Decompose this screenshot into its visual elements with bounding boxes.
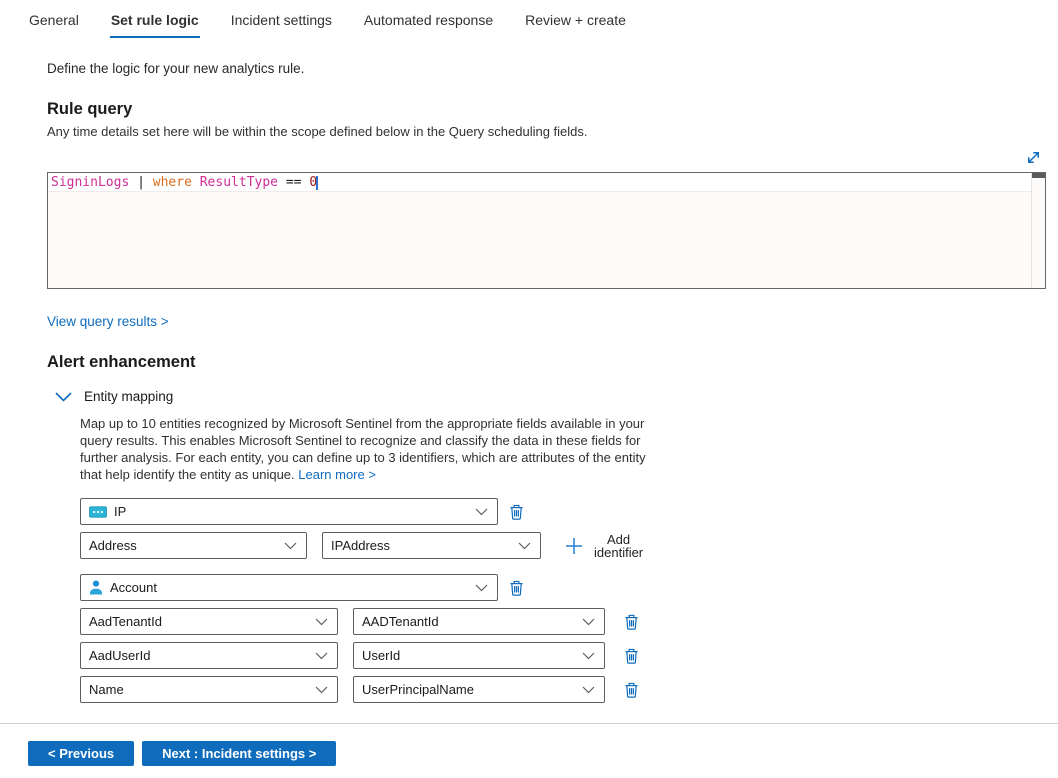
identifier-field-dropdown[interactable]: UserPrincipalName [353, 676, 605, 703]
wizard-tabbar: General Set rule logic Incident settings… [0, 0, 1058, 38]
dropdown-chevron-icon [475, 584, 488, 592]
previous-button[interactable]: < Previous [28, 741, 134, 766]
query-code: SigninLogs | where ResultType == 0 [48, 173, 1045, 192]
expand-editor-icon[interactable] [1025, 149, 1042, 167]
identifier-field-dropdown[interactable]: AADTenantId [353, 608, 605, 635]
entity-type-dropdown-ip[interactable]: IP [80, 498, 498, 525]
add-identifier-button[interactable]: Add identifier [565, 533, 643, 559]
entity-mapping-description: Map up to 10 entities recognized by Micr… [80, 415, 653, 483]
add-identifier-label-line1: Add [594, 533, 643, 546]
view-query-results-link[interactable]: View query results > [47, 314, 169, 329]
tab-incident-settings[interactable]: Incident settings [230, 10, 333, 38]
rule-query-title: Rule query [47, 100, 1058, 119]
entity-type-value: IP [114, 504, 126, 519]
entity-type-value: Account [110, 580, 157, 595]
dropdown-chevron-icon [518, 542, 531, 550]
delete-identifier-button[interactable] [624, 681, 639, 699]
plus-icon [565, 537, 583, 555]
identifier-field-value: IPAddress [331, 538, 390, 553]
entity-type-dropdown-account[interactable]: Account [80, 574, 498, 601]
dropdown-chevron-icon [582, 652, 595, 660]
identifier-field-dropdown[interactable]: UserId [353, 642, 605, 669]
editor-toolbar [47, 149, 1046, 167]
alert-enhancement-title: Alert enhancement [47, 353, 1058, 372]
identifier-field-value: AADTenantId [362, 614, 439, 629]
tab-automated-response[interactable]: Automated response [363, 10, 494, 38]
delete-entity-button[interactable] [509, 503, 524, 521]
dropdown-chevron-icon [582, 686, 595, 694]
delete-identifier-button[interactable] [624, 647, 639, 665]
identifier-value: AadUserId [89, 648, 150, 663]
dropdown-chevron-icon [284, 542, 297, 550]
add-identifier-label-line2: identifier [594, 546, 643, 559]
tab-set-rule-logic[interactable]: Set rule logic [110, 10, 200, 38]
identifier-value: Name [89, 682, 124, 697]
rule-query-subtitle: Any time details set here will be within… [47, 124, 1058, 139]
identifier-dropdown[interactable]: Address [80, 532, 307, 559]
query-editor[interactable]: SigninLogs | where ResultType == 0 [47, 172, 1046, 289]
dropdown-chevron-icon [582, 618, 595, 626]
entity-block-account: Account AadTenantId [80, 574, 1058, 703]
editor-scrollbar-thumb[interactable] [1032, 173, 1045, 178]
dropdown-chevron-icon [475, 508, 488, 516]
entity-mapping-header[interactable]: Entity mapping [55, 389, 1058, 404]
dropdown-chevron-icon [315, 686, 328, 694]
chevron-down-icon [55, 392, 72, 402]
tab-general[interactable]: General [28, 10, 80, 38]
identifier-dropdown[interactable]: AadTenantId [80, 608, 338, 635]
next-button[interactable]: Next : Incident settings > [142, 741, 336, 766]
dropdown-chevron-icon [315, 652, 328, 660]
identifier-field-value: UserPrincipalName [362, 682, 474, 697]
learn-more-link[interactable]: Learn more > [298, 467, 376, 482]
identifier-field-dropdown[interactable]: IPAddress [322, 532, 541, 559]
editor-scrollbar[interactable] [1031, 173, 1045, 288]
delete-identifier-button[interactable] [624, 613, 639, 631]
identifier-value: Address [89, 538, 137, 553]
dropdown-chevron-icon [315, 618, 328, 626]
entity-block-ip: IP Address [80, 498, 1058, 559]
ip-icon [89, 506, 107, 518]
entity-mapping-label: Entity mapping [84, 389, 173, 404]
identifier-value: AadTenantId [89, 614, 162, 629]
identifier-field-value: UserId [362, 648, 400, 663]
account-icon [89, 580, 103, 595]
identifier-dropdown[interactable]: AadUserId [80, 642, 338, 669]
tab-review-create[interactable]: Review + create [524, 10, 627, 38]
delete-entity-button[interactable] [509, 579, 524, 597]
text-caret [316, 176, 318, 190]
intro-text: Define the logic for your new analytics … [47, 61, 1058, 76]
wizard-footer: < Previous Next : Incident settings > [0, 723, 1058, 778]
identifier-dropdown[interactable]: Name [80, 676, 338, 703]
